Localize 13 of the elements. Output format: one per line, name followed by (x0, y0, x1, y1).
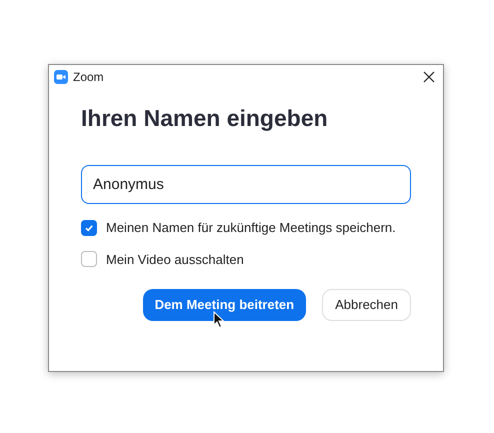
window-title: Zoom (73, 69, 104, 86)
name-field[interactable]: Anonymus (81, 165, 411, 204)
check-icon (84, 222, 94, 233)
close-icon (423, 71, 435, 83)
cancel-button[interactable]: Abbrechen (322, 289, 411, 321)
checkbox[interactable] (81, 251, 97, 268)
close-button[interactable] (421, 69, 437, 85)
video-camera-icon (54, 70, 68, 84)
dialog-heading: Ihren Namen eingeben (81, 104, 329, 133)
checkbox[interactable] (81, 220, 97, 236)
mouse-pointer-icon (212, 311, 225, 329)
checkbox-label: Meinen Namen für zukünftige Meetings speichern. (106, 219, 396, 237)
checkbox-label: Mein Video ausschalten (106, 250, 244, 268)
